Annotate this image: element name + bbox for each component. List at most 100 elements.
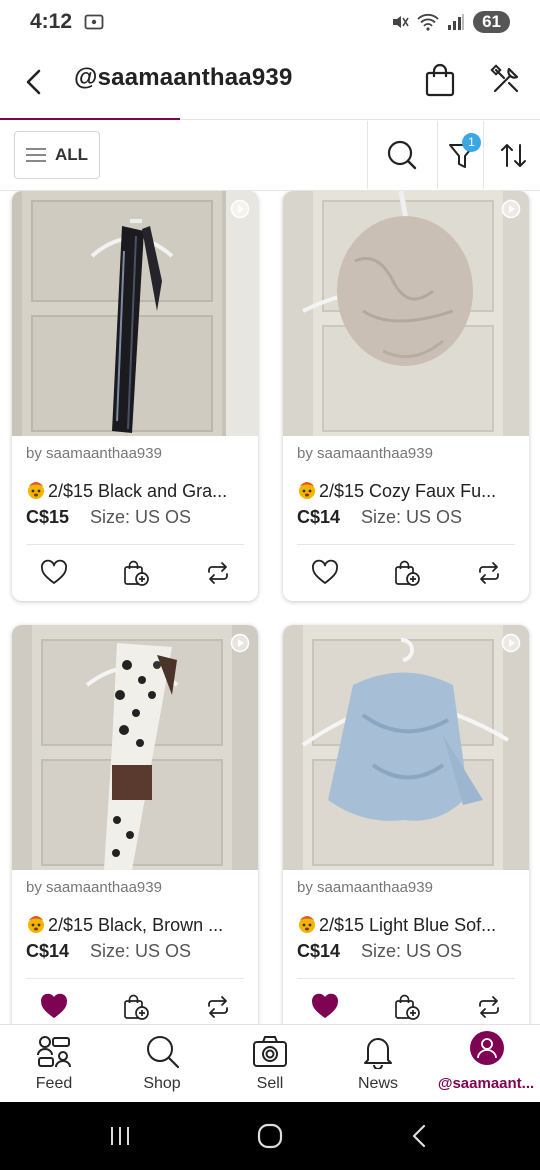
divider [26, 544, 244, 545]
filter-count-badge: 1 [462, 133, 481, 152]
nav-label: Shop [143, 1075, 181, 1092]
listing-card[interactable]: by saamaanthaa939 2/$15 Light Blue Sof..… [283, 625, 529, 1024]
add-to-bundle-icon[interactable] [122, 559, 150, 587]
home-icon[interactable] [254, 1120, 286, 1152]
mute-icon [393, 16, 409, 28]
nav-label: Sell [256, 1075, 284, 1092]
system-navigation-bar [0, 1102, 540, 1170]
share-icon[interactable] [204, 559, 232, 587]
video-play-icon[interactable] [230, 199, 250, 219]
video-play-icon[interactable] [230, 633, 250, 653]
menu-icon [26, 148, 46, 162]
seller-name[interactable]: by saamaanthaa939 [297, 879, 433, 896]
add-to-bundle-icon[interactable] [393, 993, 421, 1021]
animal-print-scarf-photo [12, 625, 258, 870]
search-icon [147, 1036, 180, 1069]
share-icon[interactable] [475, 559, 503, 587]
status-bar: 4:12 61 [0, 0, 540, 44]
filter-bar: ALL [0, 121, 540, 191]
signal-icon [448, 14, 465, 30]
search-icon [387, 140, 417, 170]
video-play-icon[interactable] [501, 633, 521, 653]
add-to-bundle-icon[interactable] [393, 559, 421, 587]
seller-name[interactable]: by saamaanthaa939 [297, 445, 433, 462]
screen-record-icon [84, 14, 104, 30]
listing-image[interactable] [12, 191, 258, 436]
heart-filled-icon[interactable] [311, 993, 339, 1021]
faux-fur-scarf-photo [283, 191, 529, 436]
listing-card[interactable]: by saamaanthaa939 2/$15 Black, Brown ...… [12, 625, 258, 1024]
listing-title-text: 2/$15 Black, Brown ... [48, 915, 224, 935]
nav-sell[interactable]: Sell [216, 1025, 324, 1103]
chevron-left-icon [26, 69, 41, 95]
back-icon[interactable] [404, 1120, 436, 1152]
status-time: 4:12 [30, 10, 73, 33]
listing-size: Size: US OS [90, 941, 192, 961]
shopping-bag-button[interactable] [420, 60, 460, 100]
listing-title-text: 2/$15 Cozy Faux Fu... [319, 481, 497, 501]
listing-image[interactable] [283, 625, 529, 870]
light-blue-scarf-photo [283, 625, 529, 870]
divider [367, 121, 368, 189]
divider [26, 978, 244, 979]
nav-news[interactable]: News [324, 1025, 432, 1103]
seller-name[interactable]: by saamaanthaa939 [26, 879, 162, 896]
share-icon[interactable] [204, 993, 232, 1021]
listing-title[interactable]: 2/$15 Cozy Faux Fu... [297, 480, 522, 502]
bottom-navigation: Feed Shop Sell News @saamaant... [0, 1024, 540, 1102]
category-all-label: ALL [55, 145, 89, 164]
listing-size: Size: US OS [361, 507, 463, 527]
feed-icon [37, 1036, 71, 1068]
listing-price: C$14 [297, 941, 341, 961]
exploding-head-emoji-icon [28, 916, 44, 933]
closet-tools-button[interactable] [486, 60, 526, 100]
search-button[interactable] [382, 135, 422, 175]
black-gray-scarf-photo [12, 191, 258, 436]
nav-label: @saamaant... [437, 1075, 535, 1092]
nav-feed[interactable]: Feed [0, 1025, 108, 1103]
app-header: @saamaanthaa939 [0, 44, 540, 120]
recent-apps-icon[interactable] [104, 1120, 136, 1152]
listing-image[interactable] [12, 625, 258, 870]
add-to-bundle-icon[interactable] [122, 993, 150, 1021]
header-accent-line [0, 118, 180, 120]
shopping-bag-icon [425, 63, 455, 97]
listing-title[interactable]: 2/$15 Light Blue Sof... [297, 914, 522, 936]
heart-icon[interactable] [311, 559, 339, 587]
category-all-button[interactable]: ALL [14, 131, 100, 179]
heart-filled-icon[interactable] [40, 993, 68, 1021]
exploding-head-emoji-icon [299, 916, 315, 933]
bell-icon [364, 1038, 392, 1069]
back-button[interactable] [20, 64, 50, 100]
video-play-icon[interactable] [501, 199, 521, 219]
listing-card[interactable]: by saamaanthaa939 2/$15 Cozy Faux Fu... … [283, 191, 529, 601]
divider [297, 544, 515, 545]
listing-price: C$15 [26, 507, 70, 527]
listing-size: Size: US OS [90, 507, 192, 527]
heart-icon[interactable] [40, 559, 68, 587]
sort-arrows-icon [501, 144, 526, 167]
nav-shop[interactable]: Shop [108, 1025, 216, 1103]
listing-image[interactable] [283, 191, 529, 436]
share-icon[interactable] [475, 993, 503, 1021]
profile-avatar[interactable] [470, 1031, 504, 1065]
listing-price: C$14 [297, 507, 341, 527]
user-icon [477, 1038, 497, 1059]
divider [437, 121, 438, 189]
listing-size: Size: US OS [361, 941, 463, 961]
listing-title-text: 2/$15 Light Blue Sof... [319, 915, 497, 935]
listing-price: C$14 [26, 941, 70, 961]
seller-name[interactable]: by saamaanthaa939 [26, 445, 162, 462]
nav-label: Feed [35, 1075, 73, 1092]
listing-title[interactable]: 2/$15 Black and Gra... [26, 480, 251, 502]
divider [297, 978, 515, 979]
page-title: @saamaanthaa939 [74, 64, 293, 91]
listing-card[interactable]: by saamaanthaa939 2/$15 Black and Gra...… [12, 191, 258, 601]
exploding-head-emoji-icon [299, 482, 315, 499]
listing-grid[interactable]: by saamaanthaa939 2/$15 Black and Gra...… [0, 191, 540, 1024]
exploding-head-emoji-icon [28, 482, 44, 499]
listing-title[interactable]: 2/$15 Black, Brown ... [26, 914, 251, 936]
sort-button[interactable] [494, 135, 534, 175]
divider [483, 121, 484, 189]
listing-title-text: 2/$15 Black and Gra... [48, 481, 228, 501]
